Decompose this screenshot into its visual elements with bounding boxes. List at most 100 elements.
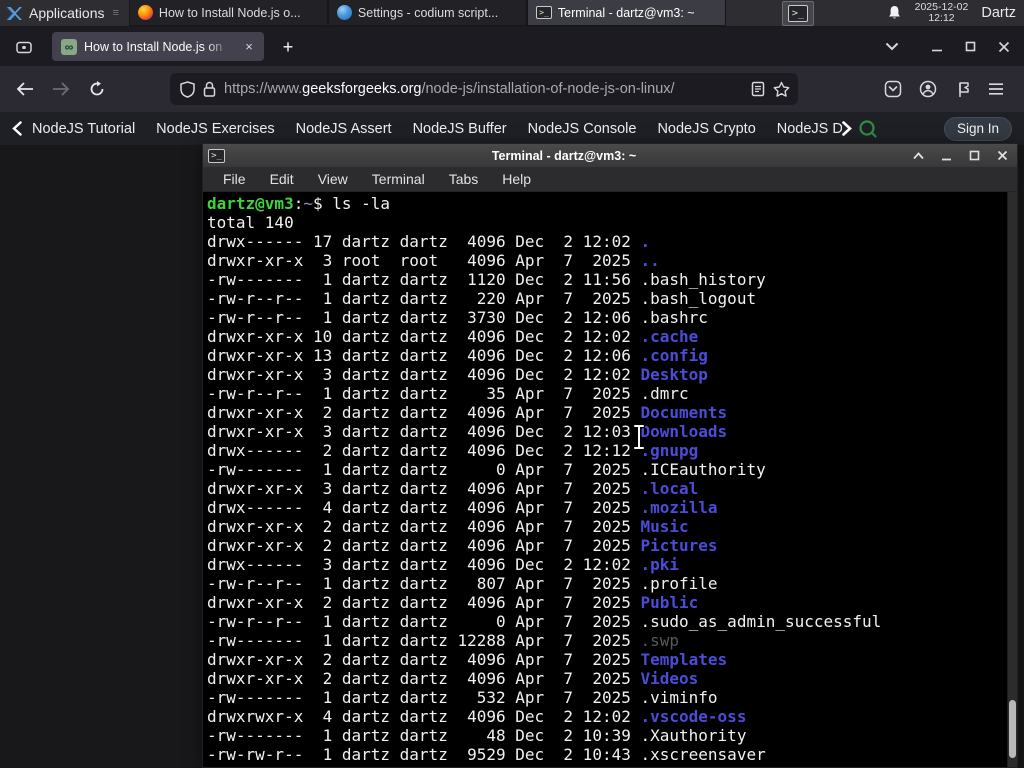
reload-icon[interactable] [82,74,112,104]
clock[interactable]: 2025-12-02 12:12 [915,2,969,24]
terminal-icon: >_ [787,4,808,22]
reader-mode-icon[interactable] [751,81,765,97]
terminal-menu-tabs[interactable]: Tabs [439,169,489,189]
site-nav-item[interactable]: NodeJS Crypto [657,121,755,137]
new-tab-button[interactable]: + [274,33,302,61]
lock-icon[interactable] [203,81,216,97]
firefox-view-icon[interactable] [10,33,38,61]
terminal-menu-help[interactable]: Help [492,169,541,189]
file-name: Pictures [640,536,718,555]
pocket-icon[interactable] [884,80,902,98]
file-name: .vscode-oss [640,707,747,726]
listing-row: drwxr-xr-x 13 dartz dartz 4096 Dec 2 12:… [207,346,1017,365]
terminal-launcher-button[interactable]: >_ [781,0,814,26]
clock-time: 12:12 [928,12,955,24]
listing-row: drwxr-xr-x 3 dartz dartz 4096 Dec 2 12:0… [207,365,1017,384]
file-name: Desktop [640,365,708,384]
file-name: .Xauthority [640,726,747,745]
terminal-window: >_ Terminal - dartz@vm3: ~ File Edit View T… [202,143,1018,768]
panel-window-buttons: How to Install Node.js o... Settings - co… [128,0,726,26]
site-nav-item[interactable]: NodeJS Tutorial [32,121,135,137]
listing-columns: -rw------- 1 dartz dartz 12288 Apr 7 202… [207,631,641,650]
maximize-icon[interactable] [965,41,976,52]
window-button[interactable]: Settings - codium script... [327,0,527,26]
url-text[interactable]: https://www.geeksforgeeks.org/node-js/in… [224,81,743,97]
menu-hamburger-icon[interactable] [988,82,1004,96]
site-nav-item[interactable]: NodeJS DNS [777,121,842,137]
terminal-titlebar[interactable]: >_ Terminal - dartz@vm3: ~ [203,144,1017,167]
listing-columns: -rw-r--r-- 1 dartz dartz 35 Apr 7 2025 [207,384,641,403]
listing-row: drwxr-xr-x 3 dartz dartz 4096 Dec 2 12:0… [207,422,1017,441]
browser-window-controls [931,41,1016,53]
applications-menu[interactable]: Applications ≡ [0,0,125,26]
terminal-body[interactable]: dartz@vm3:~$ ls -la total 140 drwx------… [203,192,1017,767]
desktop: Applications ≡ How to Install Node.js o.… [0,0,1024,768]
shade-icon[interactable] [911,149,925,163]
listing-columns: -rw-r--r-- 1 dartz dartz 220 Apr 7 2025 [207,289,641,308]
url-bar[interactable]: https://www.geeksforgeeks.org/node-js/in… [170,73,798,105]
terminal-menu-file[interactable]: File [213,169,256,189]
listing-columns: -rw------- 1 dartz dartz 48 Dec 2 10:39 [207,726,641,745]
listing-row: drwx------ 4 dartz dartz 4096 Apr 7 2025… [207,498,1017,517]
listing-row: -rw-r--r-- 1 dartz dartz 0 Apr 7 2025 .s… [207,612,1017,631]
listing-columns: drwxr-xr-x 13 dartz dartz 4096 Dec 2 12:… [207,346,641,365]
listing-row: drwxr-xr-x 2 dartz dartz 4096 Apr 7 2025… [207,517,1017,536]
listing-columns: drwxr-xr-x 3 dartz dartz 4096 Dec 2 12:0… [207,365,641,384]
site-search-icon[interactable] [858,119,878,139]
terminal-scrollbar[interactable] [1007,192,1017,767]
maximize-icon[interactable] [967,149,981,163]
site-nav-item[interactable]: NodeJS Assert [296,121,392,137]
tab-close-icon[interactable]: × [240,38,258,56]
site-nav-item[interactable]: NodeJS Exercises [156,121,274,137]
site-nav-item[interactable]: NodeJS Console [528,121,637,137]
list-tabs-chevron-icon[interactable] [879,34,905,60]
window-button-label: Settings - codium script... [357,5,499,20]
file-name: Music [640,517,689,536]
listing-row: drwx------ 17 dartz dartz 4096 Dec 2 12:… [207,232,1017,251]
firefox-icon [137,5,153,20]
terminal-icon: >_ [208,148,225,163]
terminal-menu-terminal[interactable]: Terminal [362,169,435,189]
account-icon[interactable] [919,80,937,98]
distro-logo-icon [6,5,23,22]
back-icon[interactable] [10,74,40,104]
user-menu[interactable]: Dartz [981,5,1016,21]
listing-columns: drwxr-xr-x 3 dartz dartz 4096 Apr 7 2025 [207,479,641,498]
shield-icon[interactable] [180,80,195,98]
scrollbar-thumb[interactable] [1009,700,1016,758]
panel-tray: 2025-12-02 12:12 Dartz [887,0,1024,26]
terminal-menu-edit[interactable]: Edit [260,169,304,189]
listing-row: -rw------- 1 dartz dartz 1120 Dec 2 11:5… [207,270,1017,289]
extensions-icon[interactable] [954,81,971,98]
browser-tab[interactable]: ∞ How to Install Node.js on × [52,32,264,61]
file-name: .config [640,346,708,365]
window-button[interactable]: >_ Terminal - dartz@vm3: ~ [526,0,726,26]
listing-row: -rw-r--r-- 1 dartz dartz 220 Apr 7 2025 … [207,289,1017,308]
site-nav-item[interactable]: NodeJS Buffer [413,121,507,137]
forward-icon[interactable] [46,74,76,104]
notification-bell-icon[interactable] [887,5,902,21]
file-name: Documents [640,403,728,422]
window-button[interactable]: How to Install Node.js o... [128,0,328,26]
file-listing: drwx------ 17 dartz dartz 4096 Dec 2 12:… [207,232,1017,764]
bookmark-star-icon[interactable] [773,81,790,97]
listing-columns: -rw------- 1 dartz dartz 1120 Dec 2 11:5… [207,270,641,289]
terminal-menu-view[interactable]: View [308,169,358,189]
close-icon[interactable] [998,41,1010,53]
listing-columns: drwx------ 3 dartz dartz 4096 Dec 2 12:0… [207,555,641,574]
terminal-title: Terminal - dartz@vm3: ~ [491,148,637,163]
nav-scroll-right-icon[interactable] [842,121,852,136]
applications-label: Applications [29,5,105,21]
nav-scroll-left-icon[interactable] [12,121,22,136]
minimize-icon[interactable] [931,41,943,53]
file-name: .cache [640,327,699,346]
close-icon[interactable] [995,149,1009,163]
listing-columns: -rw-r--r-- 1 dartz dartz 3730 Dec 2 12:0… [207,308,641,327]
minimize-icon[interactable] [939,149,953,163]
listing-row: drwxr-xr-x 2 dartz dartz 4096 Apr 7 2025… [207,669,1017,688]
file-name: .mozilla [640,498,718,517]
sign-in-button[interactable]: Sign In [944,116,1012,141]
file-name: .. [640,251,660,270]
listing-row: -rw------- 1 dartz dartz 532 Apr 7 2025 … [207,688,1017,707]
file-name: .dmrc [640,384,689,403]
